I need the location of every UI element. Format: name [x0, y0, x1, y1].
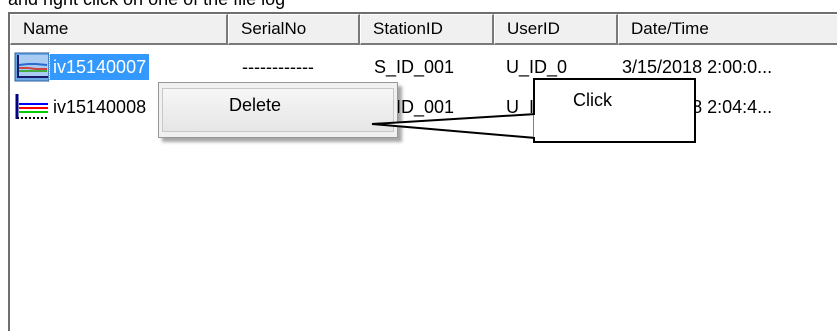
callout-text: Click	[573, 90, 612, 110]
column-header-serialno[interactable]: SerialNo	[228, 14, 360, 45]
iv-log-file-icon	[14, 52, 50, 82]
screenshot-frame: and right click on one of the file log N…	[0, 0, 837, 331]
serial-no: ------------	[242, 57, 314, 77]
callout-box: Click	[533, 78, 696, 143]
column-header-stationid[interactable]: StationID	[360, 14, 494, 45]
menu-item-label: Delete	[229, 95, 282, 115]
file-log-list[interactable]: Name SerialNo StationID UserID Date/Time…	[8, 12, 837, 331]
file-name[interactable]: iv15140008	[53, 90, 146, 124]
column-header-datetime[interactable]: Date/Time	[618, 14, 837, 45]
table-row[interactable]: iv15140007 ------------ S_ID_001 U_ID_0 …	[10, 50, 837, 84]
table-row[interactable]: iv15140008 ------------ S_ID_001 U_ID_0 …	[10, 90, 837, 124]
menu-item-delete[interactable]: Delete	[162, 88, 394, 132]
iv-log-file-icon	[15, 93, 49, 121]
list-header: Name SerialNo StationID UserID Date/Time	[10, 14, 837, 47]
column-header-userid[interactable]: UserID	[494, 14, 618, 45]
station-id: S_ID_001	[374, 57, 455, 77]
column-header-name[interactable]: Name	[10, 14, 228, 45]
context-menu: Delete	[158, 82, 398, 138]
instruction-caption: and right click on one of the file log	[8, 0, 285, 10]
file-name[interactable]: iv15140007	[48, 53, 151, 81]
